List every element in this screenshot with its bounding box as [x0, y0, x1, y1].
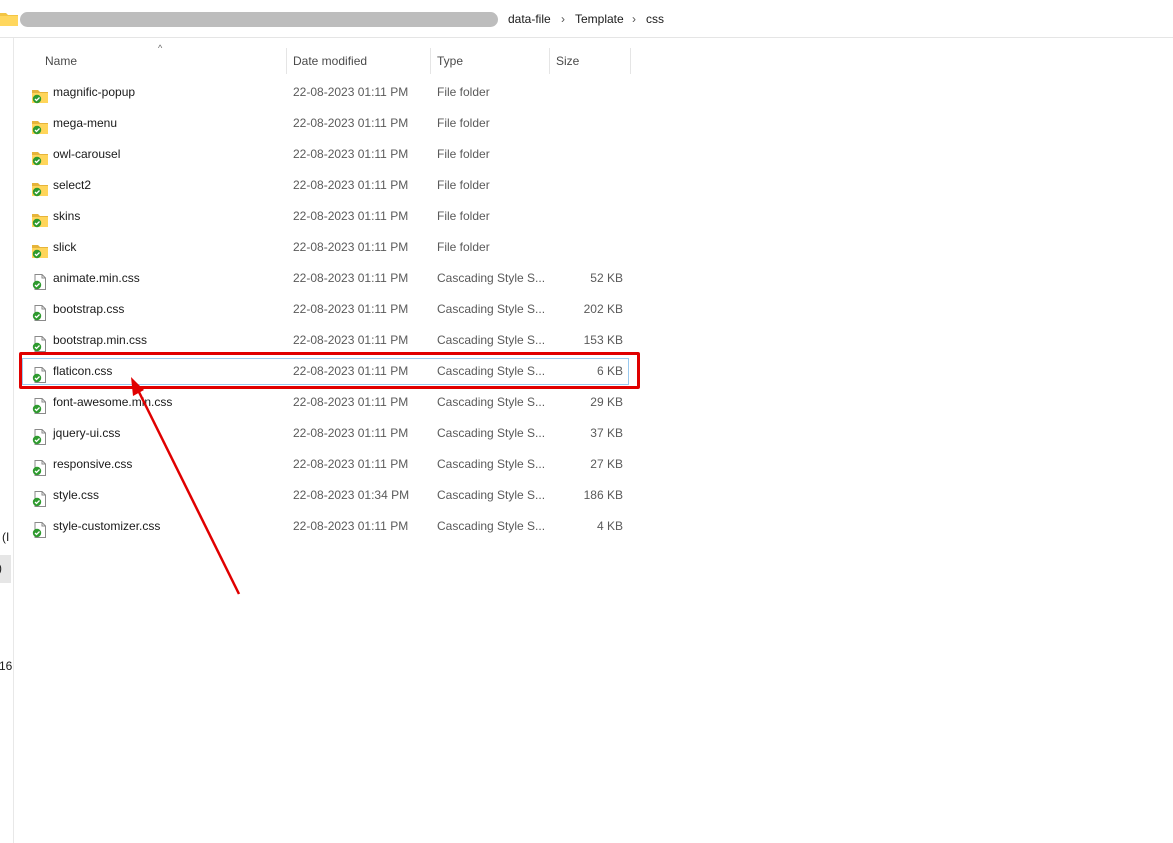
file-date-modified: 22-08-2023 01:11 PM [293, 240, 409, 254]
file-date-modified: 22-08-2023 01:11 PM [293, 209, 409, 223]
chevron-right-icon[interactable]: › [632, 12, 636, 27]
column-divider[interactable] [630, 48, 631, 74]
folder-synced-icon [32, 85, 48, 104]
file-size: 4 KB [596, 519, 623, 533]
file-size: 37 KB [590, 426, 623, 440]
file-name: mega-menu [53, 116, 118, 130]
css-file-synced-icon [32, 395, 48, 414]
column-size[interactable]: Size [551, 46, 630, 76]
file-type: Cascading Style S... [437, 519, 546, 533]
file-type: File folder [437, 85, 490, 99]
css-file-synced-icon [32, 333, 48, 352]
file-type: Cascading Style S... [437, 271, 546, 285]
file-date-modified: 22-08-2023 01:11 PM [293, 85, 409, 99]
file-type: Cascading Style S... [437, 395, 546, 409]
file-row[interactable]: animate.min.css 22-08-2023 01:11 PM Cascad… [20, 263, 631, 294]
file-size: 27 KB [590, 457, 623, 471]
nav-fragment[interactable]: 16 [0, 659, 12, 673]
css-file-synced-icon [32, 519, 48, 538]
file-row[interactable]: font-awesome.min.css 22-08-2023 01:11 PM C… [20, 387, 631, 418]
css-file-synced-icon [32, 457, 48, 476]
column-type[interactable]: Type [432, 46, 549, 76]
nav-fragment[interactable]: l (I [0, 530, 9, 544]
file-type: File folder [437, 116, 490, 130]
file-size: 29 KB [590, 395, 623, 409]
folder-synced-icon [32, 178, 48, 197]
file-date-modified: 22-08-2023 01:11 PM [293, 457, 409, 471]
file-name: animate.min.css [53, 271, 140, 285]
css-file-synced-icon [32, 271, 48, 290]
file-date-modified: 22-08-2023 01:11 PM [293, 116, 409, 130]
file-name: style.css [53, 488, 100, 502]
file-type: File folder [437, 209, 490, 223]
file-name: font-awesome.min.css [53, 395, 173, 409]
file-date-modified: 22-08-2023 01:11 PM [293, 426, 409, 440]
file-size: 52 KB [590, 271, 623, 285]
css-file-synced-icon [32, 302, 48, 321]
file-date-modified: 22-08-2023 01:11 PM [293, 395, 409, 409]
file-name: skins [53, 209, 81, 223]
file-row[interactable]: mega-menu 22-08-2023 01:11 PM File folder [20, 108, 631, 139]
folder-icon [0, 13, 18, 26]
file-size: 186 KB [583, 488, 623, 502]
folder-synced-icon [32, 209, 48, 228]
file-date-modified: 22-08-2023 01:11 PM [293, 302, 409, 316]
file-name: owl-carousel [53, 147, 121, 161]
folder-synced-icon [32, 116, 48, 135]
file-name: style-customizer.css [53, 519, 161, 533]
file-row[interactable]: style-customizer.css 22-08-2023 01:11 PM C… [20, 511, 631, 542]
column-date-modified[interactable]: Date modified [288, 46, 430, 76]
file-row[interactable]: magnific-popup 22-08-2023 01:11 PM File fo… [20, 77, 631, 108]
file-type: Cascading Style S... [437, 302, 546, 316]
file-row[interactable]: skins 22-08-2023 01:11 PM File folder [20, 201, 631, 232]
annotation-highlight-box [19, 352, 640, 389]
breadcrumb-data-file[interactable]: data-file [508, 12, 551, 27]
file-type: Cascading Style S... [437, 488, 546, 502]
file-date-modified: 22-08-2023 01:34 PM [293, 488, 410, 502]
file-name: magnific-popup [53, 85, 136, 99]
column-name[interactable]: Name [40, 46, 286, 76]
file-name: select2 [53, 178, 92, 192]
css-file-synced-icon [32, 488, 48, 507]
nav-selected-item[interactable]: ) [0, 555, 11, 583]
file-date-modified: 22-08-2023 01:11 PM [293, 271, 409, 285]
chevron-right-icon[interactable]: › [561, 12, 565, 27]
folder-synced-icon [32, 147, 48, 166]
file-type: Cascading Style S... [437, 426, 546, 440]
file-name: jquery-ui.css [53, 426, 121, 440]
file-type: File folder [437, 147, 490, 161]
file-type: File folder [437, 240, 490, 254]
breadcrumb-css[interactable]: css [646, 12, 664, 27]
folder-synced-icon [32, 240, 48, 259]
column-divider[interactable] [286, 48, 287, 74]
file-row[interactable]: jquery-ui.css 22-08-2023 01:11 PM Cascadin… [20, 418, 631, 449]
file-list: magnific-popup 22-08-2023 01:11 PM File fo… [20, 77, 631, 542]
file-name: slick [53, 240, 77, 254]
file-row[interactable]: responsive.css 22-08-2023 01:11 PM Cascadi… [20, 449, 631, 480]
file-type: File folder [437, 178, 490, 192]
address-bar[interactable]: data-file › Template › css [0, 0, 1173, 38]
file-type: Cascading Style S... [437, 457, 546, 471]
file-row[interactable]: style.css 22-08-2023 01:34 PM Cascading St… [20, 480, 631, 511]
file-date-modified: 22-08-2023 01:11 PM [293, 147, 409, 161]
redacted-path [20, 12, 498, 27]
column-divider[interactable] [549, 48, 550, 74]
file-size: 202 KB [583, 302, 623, 316]
file-name: bootstrap.css [53, 302, 125, 316]
file-row[interactable]: bootstrap.css 22-08-2023 01:11 PM Cascadin… [20, 294, 631, 325]
file-date-modified: 22-08-2023 01:11 PM [293, 178, 409, 192]
file-name: responsive.css [53, 457, 133, 471]
css-file-synced-icon [32, 426, 48, 445]
file-date-modified: 22-08-2023 01:11 PM [293, 519, 409, 533]
file-row[interactable]: select2 22-08-2023 01:11 PM File folder [20, 170, 631, 201]
file-row[interactable]: slick 22-08-2023 01:11 PM File folder [20, 232, 631, 263]
file-row[interactable]: owl-carousel 22-08-2023 01:11 PM File fold… [20, 139, 631, 170]
column-divider[interactable] [430, 48, 431, 74]
breadcrumb-template[interactable]: Template [575, 12, 624, 27]
navigation-pane[interactable]: l (I ) 16 [0, 38, 14, 843]
